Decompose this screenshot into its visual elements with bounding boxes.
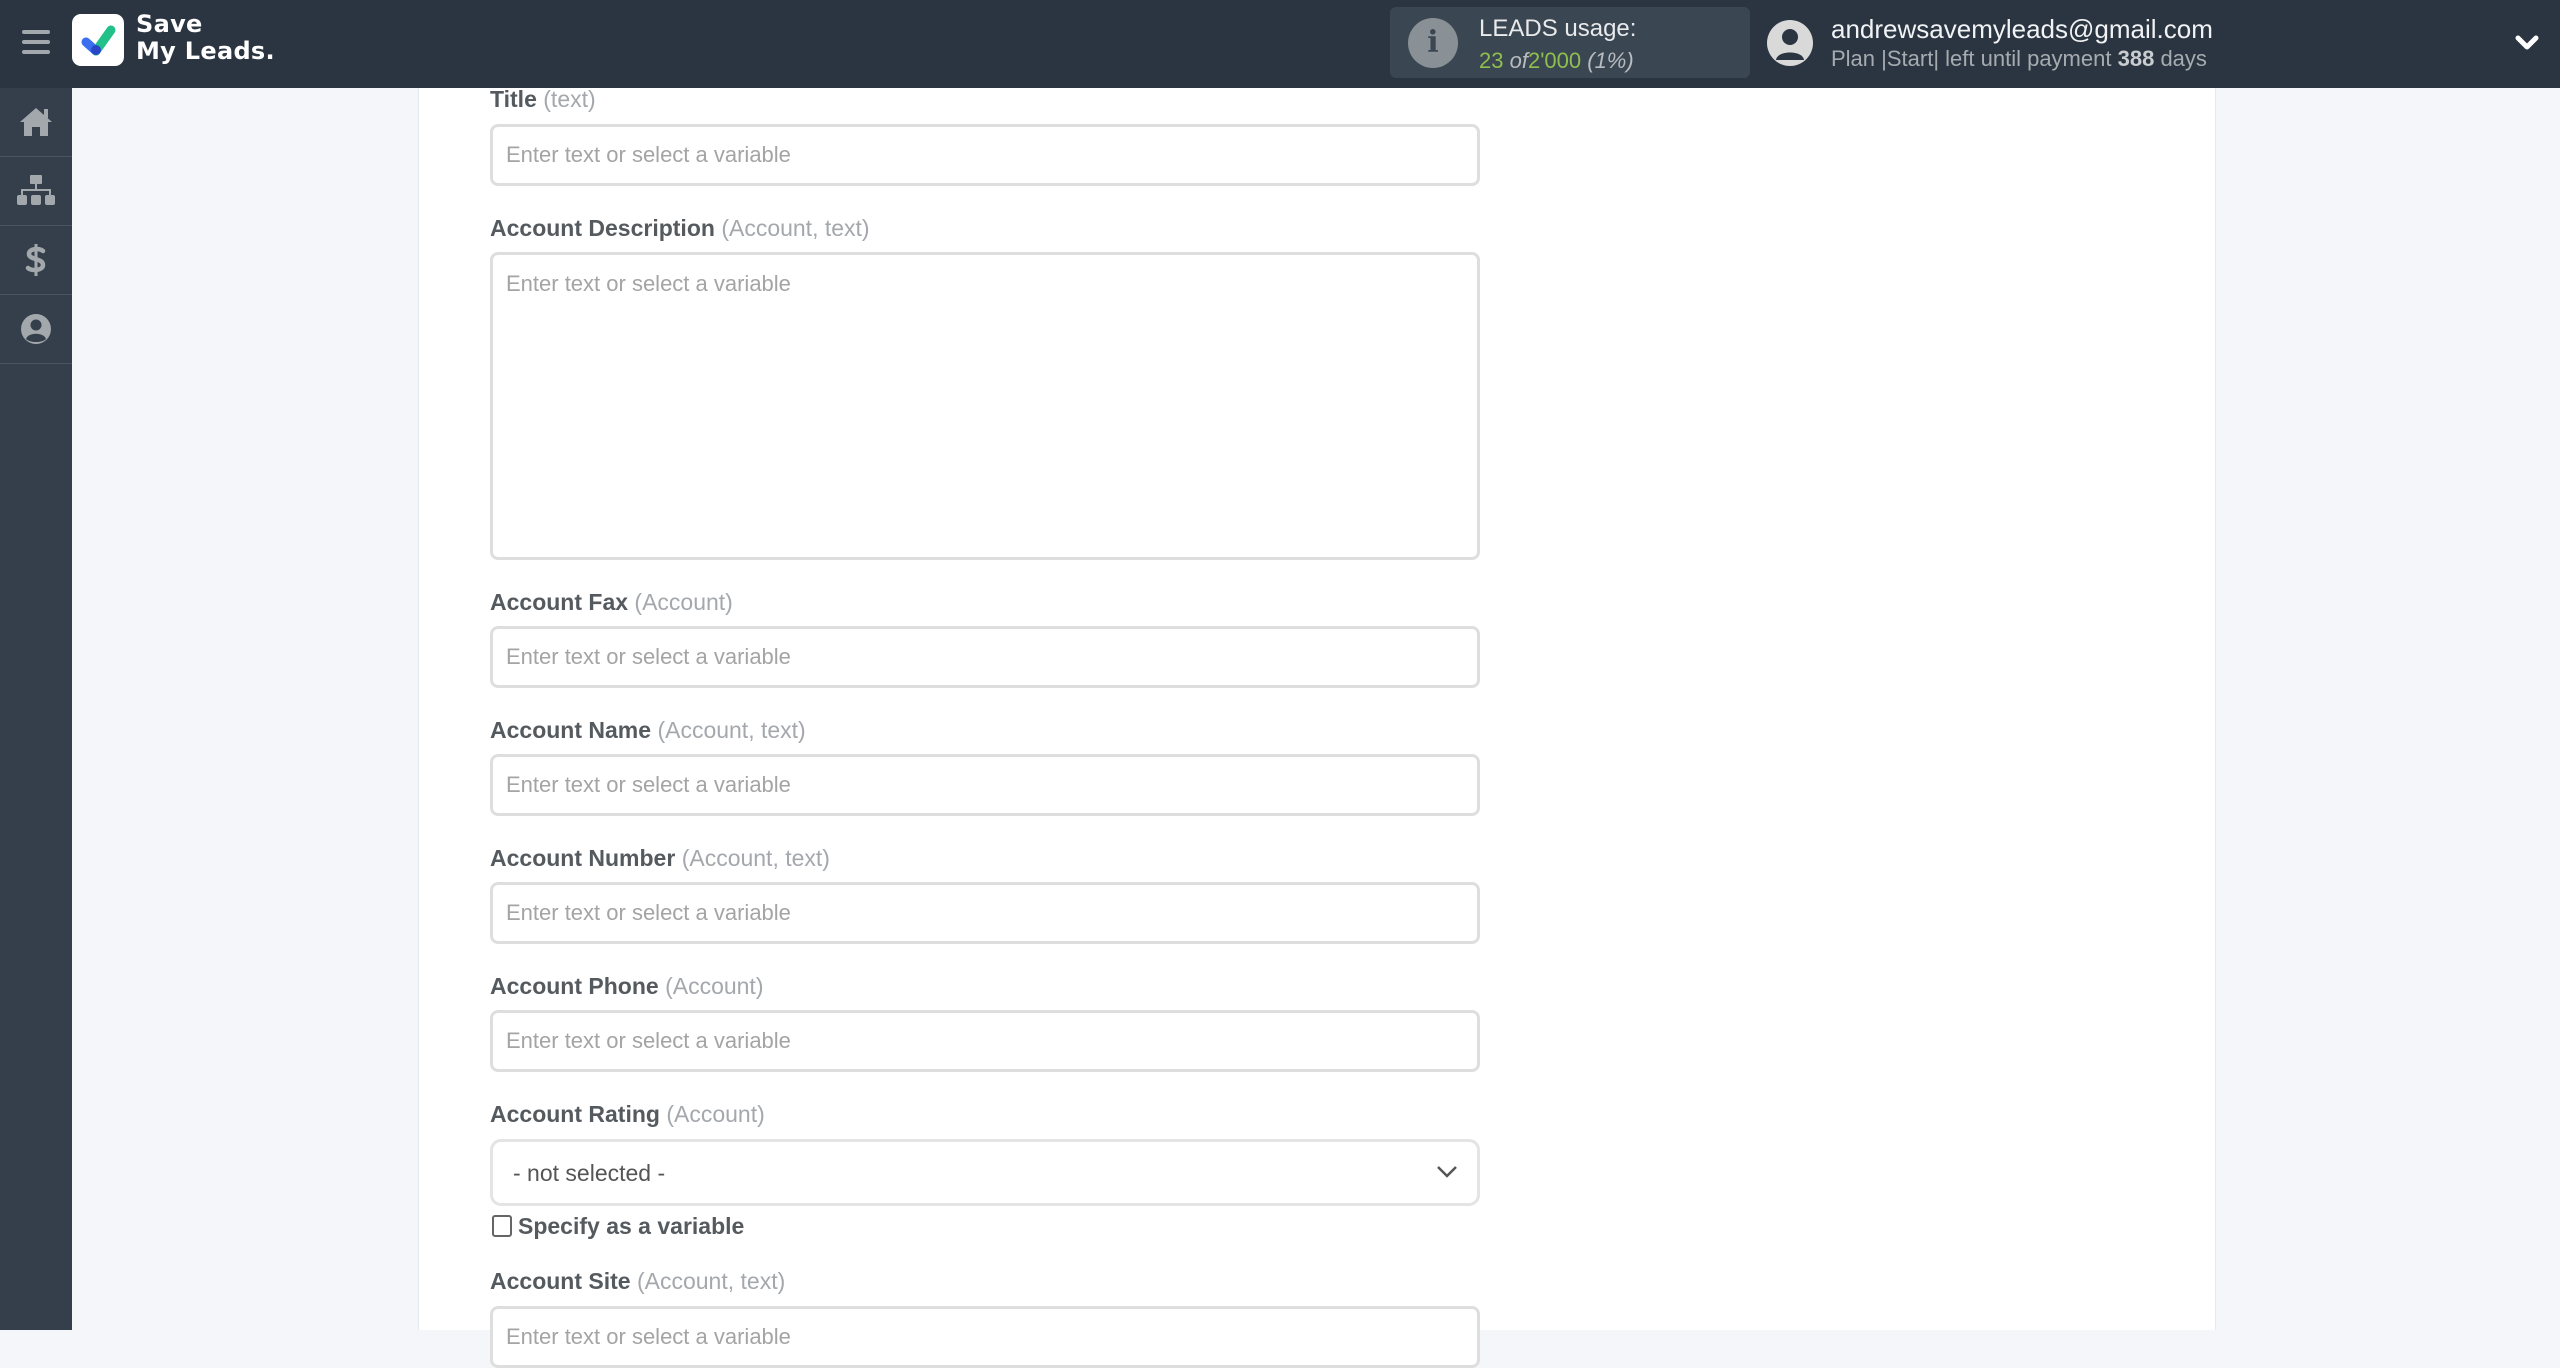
sidebar-item-connections[interactable] — [0, 157, 72, 226]
account-phone-input[interactable] — [490, 1010, 1480, 1072]
label-hint: (Account) — [634, 589, 733, 615]
label-text: Account Description — [490, 215, 715, 241]
plan-text: Plan |Start| left until payment — [1831, 46, 2112, 71]
field-label-title: Title (text) — [490, 86, 596, 113]
sitemap-icon — [17, 175, 55, 205]
select-value: - not selected - — [513, 1160, 666, 1186]
logo-line-1: Save — [136, 10, 203, 38]
user-avatar-icon[interactable] — [1767, 20, 1813, 66]
menu-toggle-button[interactable] — [22, 30, 50, 54]
user-circle-icon — [21, 314, 51, 344]
account-menu-chevron-icon[interactable] — [2510, 28, 2544, 58]
leads-usage-panel: i LEADS usage: 23 of2'000 (1%) — [1390, 7, 1750, 78]
label-text: Title — [490, 86, 537, 112]
hamburger-icon-bar — [22, 50, 50, 54]
leads-usage-title: LEADS usage: — [1479, 15, 1637, 42]
label-text: Account Phone — [490, 973, 659, 999]
account-number-input[interactable] — [490, 882, 1480, 944]
hamburger-icon-bar — [22, 30, 50, 34]
account-name-input[interactable] — [490, 754, 1480, 816]
leads-used: 23 — [1479, 48, 1504, 73]
specify-as-variable-checkbox-row[interactable]: Specify as a variable — [492, 1211, 744, 1241]
field-label-account-rating: Account Rating (Account) — [490, 1101, 765, 1128]
specify-as-variable-checkbox[interactable] — [492, 1215, 512, 1237]
sidebar-item-home[interactable] — [0, 88, 72, 157]
info-icon: i — [1408, 18, 1458, 68]
account-site-input[interactable] — [490, 1306, 1480, 1368]
plan-days-suffix: days — [2160, 46, 2207, 71]
field-label-account-name: Account Name (Account, text) — [490, 717, 806, 744]
label-text: Account Number — [490, 845, 676, 871]
account-description-textarea[interactable] — [490, 252, 1480, 560]
checkbox-label: Specify as a variable — [518, 1212, 745, 1239]
title-input[interactable] — [490, 124, 1480, 186]
sidebar — [0, 88, 72, 1330]
top-header: Save My Leads. i LEADS usage: 23 of2'000… — [0, 0, 2560, 88]
field-label-account-number: Account Number (Account, text) — [490, 845, 830, 872]
label-hint: (Account, text) — [721, 215, 870, 241]
sidebar-item-billing[interactable] — [0, 226, 72, 295]
user-email[interactable]: andrewsavemyleads@gmail.com — [1831, 14, 2213, 45]
label-text: Account Fax — [490, 589, 629, 615]
label-hint: (Account, text) — [657, 717, 806, 743]
user-plan-info: Plan |Start| left until payment 388 days — [1831, 46, 2207, 72]
logo-text[interactable]: Save My Leads. — [136, 11, 275, 65]
label-hint: (Account, text) — [681, 845, 830, 871]
field-label-account-phone: Account Phone (Account) — [490, 973, 764, 1000]
field-label-account-fax: Account Fax (Account) — [490, 589, 733, 616]
plan-days: 388 — [2117, 46, 2155, 71]
leads-of: of — [1509, 48, 1528, 73]
logo-line-2: My Leads. — [136, 37, 275, 65]
leads-limit: 2'000 — [1527, 48, 1582, 73]
leads-percent: (1%) — [1587, 48, 1634, 73]
sidebar-item-account[interactable] — [0, 295, 72, 364]
leads-usage-value: 23 of2'000 (1%) — [1479, 48, 1634, 74]
label-text: Account Rating — [490, 1101, 660, 1127]
label-hint: (text) — [543, 86, 596, 112]
dollar-icon — [25, 244, 46, 276]
hamburger-icon-bar — [22, 40, 50, 44]
account-rating-select[interactable]: - not selected - — [490, 1139, 1480, 1206]
logo-icon[interactable] — [72, 14, 124, 66]
chevron-down-icon — [1437, 1166, 1457, 1178]
field-label-account-site: Account Site (Account, text) — [490, 1268, 785, 1295]
label-hint: (Account) — [666, 1101, 765, 1127]
label-text: Account Name — [490, 717, 652, 743]
account-fax-input[interactable] — [490, 626, 1480, 688]
field-label-account-description: Account Description (Account, text) — [490, 215, 870, 242]
home-icon — [20, 108, 52, 136]
label-hint: (Account, text) — [636, 1268, 786, 1294]
label-hint: (Account) — [665, 973, 764, 999]
label-text: Account Site — [490, 1268, 631, 1294]
